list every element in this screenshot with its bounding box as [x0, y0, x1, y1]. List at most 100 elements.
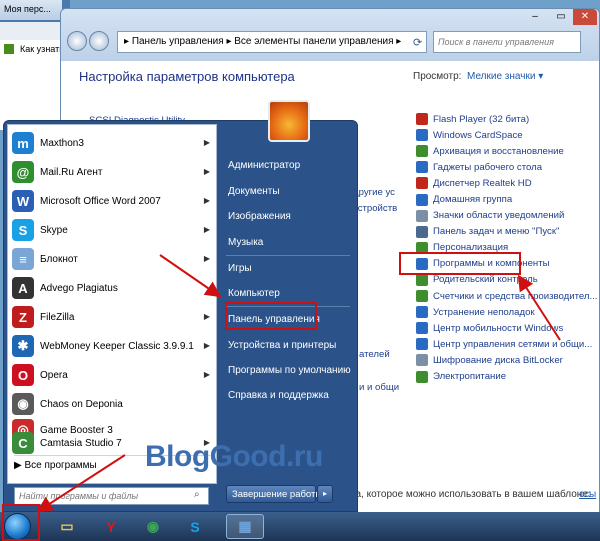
control-panel-taskbar-icon[interactable]: ▦: [226, 514, 264, 539]
cp-item-partial[interactable]: другие ус: [353, 187, 395, 204]
cp-item-taskbar[interactable]: Панель задач и меню "Пуск": [416, 224, 597, 240]
back-button[interactable]: [67, 31, 87, 51]
cp-item-realtek[interactable]: Диспетчер Realtek HD: [416, 175, 597, 191]
bitlocker-icon: [416, 354, 428, 367]
search-input[interactable]: Поиск в панели управления: [433, 31, 581, 53]
forward-button[interactable]: [89, 31, 109, 51]
cp-item-partial[interactable]: и и общи: [359, 382, 399, 399]
page-icon: [4, 44, 14, 54]
program-item[interactable]: W Microsoft Office Word 2007 ▶: [8, 187, 216, 215]
page-title: Настройка параметров компьютера: [79, 69, 295, 84]
place-documents[interactable]: Документы: [228, 186, 280, 197]
gadgets-icon: [416, 161, 428, 174]
cp-item-bitlocker[interactable]: Шифрование диска BitLocker: [416, 352, 597, 368]
address-bar[interactable]: ▸ Панель управления ▸ Все элементы панел…: [117, 31, 427, 53]
view-mode-dropdown[interactable]: Мелкие значки ▾: [467, 71, 543, 82]
place-default-programs[interactable]: Программы по умолчанию: [228, 365, 351, 376]
backup-icon: [416, 145, 428, 158]
start-menu-programs: m Maxthon3 ▶ @ Mail.Ru Агент ▶ W Microsoft Of…: [7, 124, 217, 484]
notification-icons-icon: [416, 209, 428, 222]
network-center-icon: [416, 338, 428, 351]
cp-item-gadgets[interactable]: Гаджеты рабочего стола: [416, 159, 597, 175]
browser-tab[interactable]: Моя перс...: [0, 0, 62, 20]
cp-item-homegroup[interactable]: Домашняя группа: [416, 191, 597, 207]
program-item[interactable]: Z FileZilla ▶: [8, 303, 216, 331]
cp-item-cardspace[interactable]: Windows CardSpace: [416, 127, 597, 143]
divider: [226, 255, 350, 256]
chrome-icon[interactable]: ◉: [134, 514, 172, 539]
word-icon: W: [12, 190, 34, 212]
place-administrator[interactable]: Администратор: [228, 160, 300, 171]
place-music[interactable]: Музыка: [228, 237, 263, 248]
breadcrumb-control-panel[interactable]: Панель управления: [132, 36, 224, 47]
search-icon[interactable]: ⌕: [194, 489, 200, 500]
start-search-input[interactable]: Найти программы и файлы: [14, 487, 209, 505]
cp-item-flash-player[interactable]: Flash Player (32 бита): [416, 111, 597, 127]
program-item[interactable]: A Advego Plagiatus: [8, 274, 216, 302]
program-item[interactable]: O Opera ▶: [8, 361, 216, 389]
address-chevron-icon: ▸: [124, 36, 132, 47]
cp-item-troubleshooting[interactable]: Устранение неполадок: [416, 304, 597, 320]
explorer-icon[interactable]: ▭: [48, 514, 86, 539]
close-button[interactable]: ✕: [573, 9, 597, 25]
skype-taskbar-icon[interactable]: S: [176, 514, 214, 539]
highlight-personalization: [399, 252, 521, 275]
browser-page-link[interactable]: Как узнать: [20, 44, 64, 54]
view-label: Просмотр:: [413, 71, 462, 82]
cp-item-notification-icons[interactable]: Значки области уведомлений: [416, 208, 597, 224]
parental-control-icon: [416, 273, 428, 286]
all-programs-button[interactable]: ▶ Все программы: [14, 460, 97, 471]
shutdown-button[interactable]: Завершение работы: [226, 485, 322, 503]
skype-icon: S: [12, 219, 34, 241]
cp-item-partial[interactable]: устройств: [353, 203, 397, 220]
program-item[interactable]: ✱ WebMoney Keeper Classic 3.9.9.1 ▶: [8, 332, 216, 360]
deponia-icon: ◉: [12, 393, 34, 415]
program-item[interactable]: ≡ Блокнот ▶: [8, 245, 216, 273]
program-item[interactable]: ◉ Chaos on Deponia: [8, 390, 216, 418]
homegroup-icon: [416, 193, 428, 206]
control-panel-items: Flash Player (32 бита) Windows CardSpace…: [416, 111, 597, 385]
page-text: нкста, которое можно использовать в ваше…: [336, 489, 591, 500]
cp-item-performance[interactable]: Счетчики и средства производител...: [416, 288, 597, 304]
power-icon: [416, 370, 428, 383]
place-computer[interactable]: Компьютер: [228, 288, 280, 299]
breadcrumb-all-items[interactable]: Все элементы панели управления: [234, 36, 393, 47]
user-avatar[interactable]: [268, 100, 310, 142]
place-devices-printers[interactable]: Устройства и принтеры: [228, 340, 336, 351]
refresh-icon[interactable]: ⟳: [413, 36, 422, 49]
place-pictures[interactable]: Изображения: [228, 211, 291, 222]
advego-icon: A: [12, 277, 34, 299]
address-chevron-icon: ▸: [393, 36, 402, 47]
minimize-button[interactable]: –: [523, 9, 547, 25]
chevron-right-icon[interactable]: ▶: [204, 254, 210, 263]
chevron-right-icon[interactable]: ▶: [204, 196, 210, 205]
program-item[interactable]: m Maxthon3 ▶: [8, 129, 216, 157]
place-games[interactable]: Игры: [228, 263, 252, 274]
program-item[interactable]: S Skype ▶: [8, 216, 216, 244]
chevron-right-icon[interactable]: ▶: [204, 138, 210, 147]
cp-item-backup[interactable]: Архивация и восстановление: [416, 143, 597, 159]
opera-icon: O: [12, 364, 34, 386]
webmoney-icon: ✱: [12, 335, 34, 357]
cp-item-partial[interactable]: ателей: [359, 349, 390, 366]
program-item[interactable]: @ Mail.Ru Агент ▶: [8, 158, 216, 186]
chevron-right-icon[interactable]: ▶: [204, 167, 210, 176]
watermark: BlogGood.ru: [145, 440, 323, 473]
maximize-button[interactable]: ▭: [549, 9, 573, 25]
place-help[interactable]: Справка и поддержка: [228, 390, 329, 401]
highlight-control-panel: [225, 302, 317, 330]
yandex-browser-icon[interactable]: Y: [92, 514, 130, 539]
troubleshooting-icon: [416, 306, 428, 319]
chevron-right-icon[interactable]: ▶: [204, 225, 210, 234]
page-link[interactable]: ссы: [579, 489, 596, 500]
cp-item-network-center[interactable]: Центр управления сетями и общи...: [416, 336, 597, 352]
shutdown-options-button[interactable]: ▸: [317, 485, 333, 503]
chevron-right-icon[interactable]: ▶: [204, 341, 210, 350]
flash-player-icon: [416, 113, 428, 126]
cp-item-mobility-center[interactable]: Центр мобильности Windows: [416, 320, 597, 336]
chevron-right-icon[interactable]: ▶: [204, 370, 210, 379]
chevron-right-icon[interactable]: ▶: [204, 312, 210, 321]
cp-item-power[interactable]: Электропитание: [416, 369, 597, 385]
cardspace-icon: [416, 129, 428, 142]
highlight-start-button: [2, 504, 40, 541]
